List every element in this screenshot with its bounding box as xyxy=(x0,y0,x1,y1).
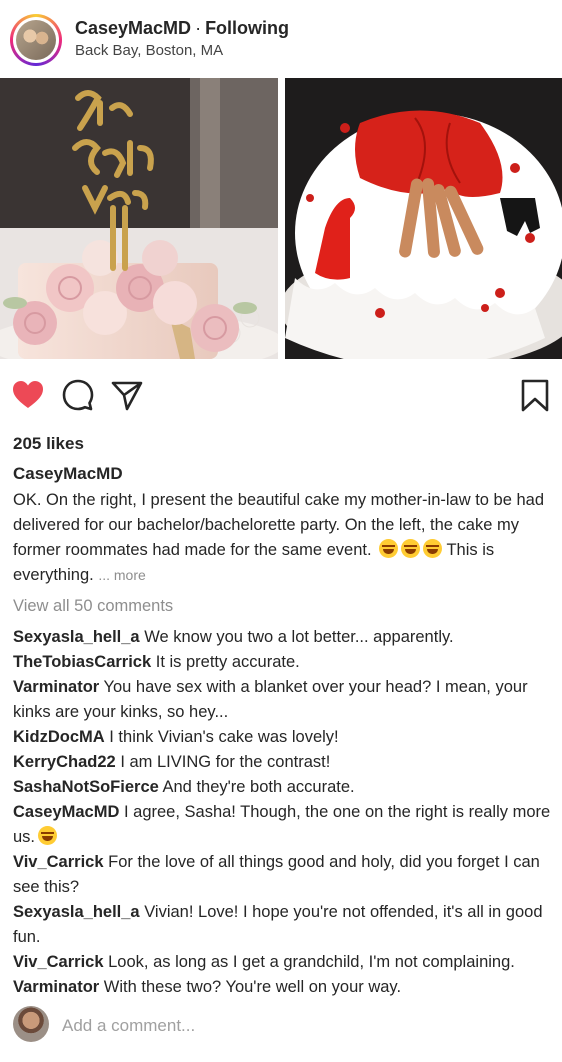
post-username[interactable]: CaseyMacMD xyxy=(75,18,191,38)
header-text: CaseyMacMD · Following Back Bay, Boston, M… xyxy=(75,18,289,59)
comment-item: CaseyMacMD I agree, Sasha! Though, the o… xyxy=(13,800,553,850)
comment-item: TheTobiasCarrick It is pretty accurate. xyxy=(13,650,553,675)
laughing-emoji-icon xyxy=(38,826,58,845)
comment-item: Varminator With these two? You're well o… xyxy=(13,975,553,1000)
comment-username[interactable]: KidzDocMA xyxy=(13,728,105,746)
comment-item: Sexyasla_hell_a We know you two a lot be… xyxy=(13,625,553,650)
comment-username[interactable]: Viv_Carrick xyxy=(13,853,104,871)
comment-text: I think Vivian's cake was lovely! xyxy=(109,728,339,746)
comment-item: Sexyasla_hell_a Vivian! Love! I hope you… xyxy=(13,900,553,950)
comment-text: And they're both accurate. xyxy=(162,778,355,796)
avatar[interactable] xyxy=(10,14,62,66)
avatar-image xyxy=(16,20,56,60)
right-cake-image xyxy=(285,78,562,359)
send-icon[interactable] xyxy=(110,378,144,412)
laughing-emoji-icon xyxy=(379,539,399,558)
comment-username[interactable]: Varminator xyxy=(13,678,99,696)
comment-item: SashaNotSoFierce And they're both accura… xyxy=(13,775,553,800)
comment-username[interactable]: Viv_Carrick xyxy=(13,953,104,971)
following-button[interactable]: Following xyxy=(205,18,289,38)
heart-filled-icon[interactable] xyxy=(11,378,45,412)
comment-username[interactable]: Sexyasla_hell_a xyxy=(13,628,140,646)
comment-username[interactable]: KerryChad22 xyxy=(13,753,116,771)
photo-right[interactable] xyxy=(285,78,562,359)
comment-username[interactable]: CaseyMacMD xyxy=(13,803,119,821)
comments-list: Sexyasla_hell_a We know you two a lot be… xyxy=(13,625,553,1000)
likes-count[interactable]: 205 likes xyxy=(13,434,84,454)
current-user-avatar xyxy=(13,1006,49,1042)
comment-text: With these two? You're well on your way. xyxy=(103,978,402,996)
laughing-emoji-icon xyxy=(401,539,421,558)
comment-text: I am LIVING for the contrast! xyxy=(120,753,331,771)
action-bar xyxy=(0,372,562,418)
comment-item: KidzDocMA I think Vivian's cake was love… xyxy=(13,725,553,750)
caption-username[interactable]: CaseyMacMD xyxy=(13,464,123,484)
bookmark-icon[interactable] xyxy=(518,378,552,412)
comment-username[interactable]: TheTobiasCarrick xyxy=(13,653,151,671)
post-location[interactable]: Back Bay, Boston, MA xyxy=(75,42,289,59)
comment-username[interactable]: Varminator xyxy=(13,978,99,996)
comment-icon[interactable] xyxy=(61,378,95,412)
add-comment-bar xyxy=(0,1004,562,1048)
avatar-border xyxy=(13,17,59,63)
separator: · xyxy=(195,18,202,38)
comment-text: Look, as long as I get a grandchild, I'm… xyxy=(108,953,515,971)
comment-item: Viv_Carrick Look, as long as I get a gra… xyxy=(13,950,553,975)
more-link[interactable]: ... more xyxy=(98,567,145,583)
post-header: CaseyMacMD · Following Back Bay, Boston, M… xyxy=(0,0,562,78)
post-photos xyxy=(0,78,562,359)
comment-input[interactable] xyxy=(60,1012,544,1040)
photo-left[interactable] xyxy=(0,78,278,359)
comment-item: Viv_Carrick For the love of all things g… xyxy=(13,850,553,900)
comment-text: We know you two a lot better... apparent… xyxy=(144,628,454,646)
view-all-comments-link[interactable]: View all 50 comments xyxy=(13,597,173,616)
laughing-emoji-icon xyxy=(423,539,443,558)
comment-item: KerryChad22 I am LIVING for the contrast… xyxy=(13,750,553,775)
comment-item: Varminator You have sex with a blanket o… xyxy=(13,675,553,725)
comment-text: It is pretty accurate. xyxy=(155,653,300,671)
left-cake-image xyxy=(0,78,278,359)
caption-text: OK. On the right, I present the beautifu… xyxy=(13,488,553,588)
comment-username[interactable]: SashaNotSoFierce xyxy=(13,778,159,796)
comment-username[interactable]: Sexyasla_hell_a xyxy=(13,903,140,921)
